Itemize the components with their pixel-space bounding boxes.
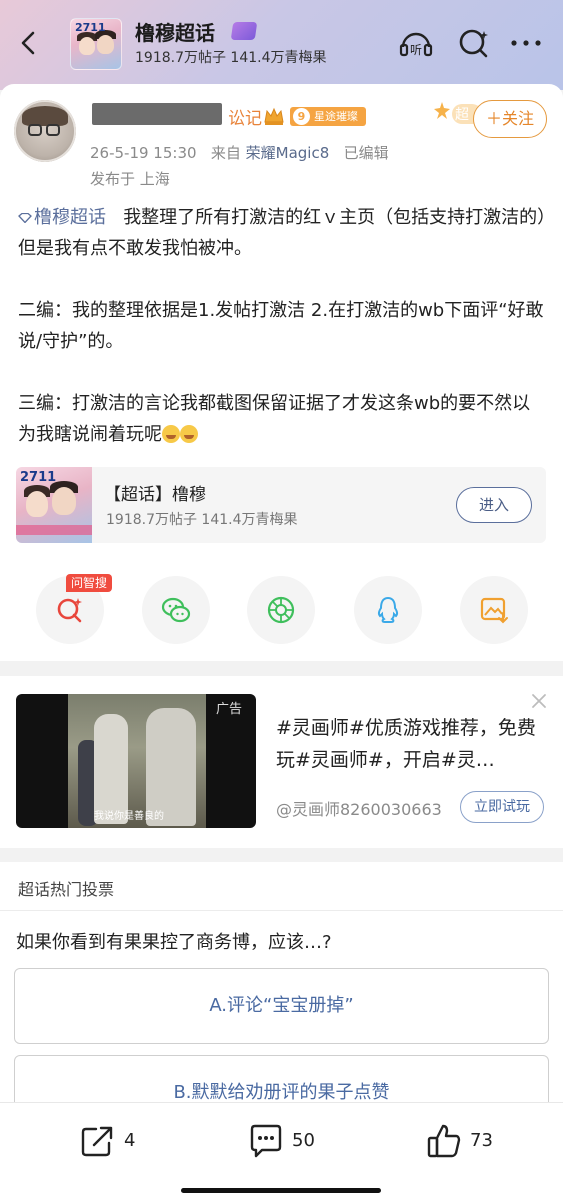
wechat-icon — [161, 597, 191, 623]
fan-level-label: 星途璀璨 — [314, 110, 358, 123]
vote-question: 如果你看到有果果控了商务博，应该…? — [16, 932, 332, 953]
edited-label[interactable]: 已编辑 — [344, 144, 389, 162]
svg-text:听: 听 — [410, 43, 422, 57]
comment-icon — [250, 1124, 282, 1158]
post-action-bar: 4 50 73 — [0, 1102, 563, 1200]
ad-video-thumbnail[interactable]: 我说你是善良的 广告 — [16, 694, 256, 828]
back-icon[interactable] — [14, 28, 44, 58]
share-qq[interactable] — [354, 576, 422, 644]
post-location: 发布于 上海 — [90, 170, 170, 188]
super-topic-link-cover: 2711 — [16, 467, 92, 543]
super-topic-badge-icon — [230, 22, 258, 40]
link-cover-number: 2711 — [20, 470, 57, 485]
like-count: 73 — [470, 1130, 493, 1151]
share-save-image[interactable] — [460, 576, 528, 644]
home-indicator[interactable] — [181, 1188, 381, 1193]
repost-button[interactable]: 4 — [80, 1123, 160, 1159]
laugh-cry-emoji-icon — [162, 425, 180, 443]
super-topic-header: 2711 橹穆超话 1918.7万帖子 141.4万青梅果 听 — [0, 0, 563, 90]
source-prefix: 来自 — [210, 144, 241, 162]
post-paragraph-2: 二编：我的整理依据是1.发帖打激洁 2.在打激洁的wb下面评“好敢说/守护”的。 — [18, 300, 544, 352]
close-icon[interactable] — [528, 690, 550, 712]
post-device[interactable]: 荣耀Magic8 — [246, 144, 330, 162]
author-name-suffix[interactable]: 讼记 — [228, 104, 262, 129]
moments-icon — [267, 596, 295, 624]
ad-card[interactable]: 我说你是善良的 广告 #灵画师#优质游戏推荐，免费玩#灵画师#，开启#灵… @灵… — [0, 676, 563, 848]
fan-level-number: 9 — [293, 108, 310, 125]
deco-label: 超 — [455, 107, 469, 123]
super-topic-cover[interactable]: 2711 — [70, 18, 122, 70]
vote-option-a[interactable]: A.评论“宝宝册掉” — [14, 968, 549, 1044]
super-topic-link-title: 【超话】橹穆 — [104, 485, 206, 505]
ask-tag: 问智搜 — [66, 574, 113, 592]
post-paragraph-3: 三编：打激洁的言论我都截图保留证据了才发这条wb的要不然以为我瞎说闹着玩呢 — [18, 393, 531, 445]
share-row: 问智搜 — [0, 574, 563, 644]
thumbs-up-icon — [427, 1124, 461, 1158]
cover-number: 2711 — [75, 21, 106, 34]
save-image-icon — [480, 597, 508, 624]
try-now-button[interactable]: 立即试玩 — [460, 791, 544, 823]
ad-text[interactable]: #灵画师#优质游戏推荐，免费玩#灵画师#，开启#灵… — [276, 712, 546, 776]
listen-icon[interactable]: 听 — [398, 25, 434, 61]
repost-count: 4 — [124, 1130, 136, 1151]
qq-icon — [377, 596, 399, 623]
comment-button[interactable]: 50 — [248, 1123, 338, 1159]
ask-search-icon — [57, 598, 82, 623]
ad-video-caption: 我说你是善良的 — [94, 811, 164, 822]
post-card: 讼记 9 星途璀璨 超 ＋关注 26-5-19 15:30 来自 荣耀Magic… — [0, 84, 563, 661]
laugh-cry-emoji-icon — [180, 425, 198, 443]
more-icon[interactable] — [508, 25, 544, 61]
author-avatar[interactable] — [14, 100, 76, 162]
divider — [0, 910, 563, 911]
comment-count: 50 — [292, 1130, 315, 1151]
search-icon[interactable] — [456, 25, 492, 61]
topic-link-label: 橹穆超话 — [34, 207, 106, 228]
ad-source[interactable]: @灵画师8260030663 — [276, 796, 442, 820]
diamond-icon — [18, 213, 32, 223]
repost-icon — [81, 1126, 113, 1157]
topic-link[interactable]: 橹穆超话 — [18, 207, 112, 228]
post-text: 橹穆超话 我整理了所有打激洁的红ｖ主页（包括支持打激洁的）但是我有点不敢发我怕被… — [18, 202, 548, 450]
super-topic-title[interactable]: 橹穆超话 — [135, 17, 215, 46]
author-name-redacted[interactable] — [92, 103, 222, 125]
share-moments[interactable] — [247, 576, 315, 644]
crown-icon — [264, 107, 284, 125]
vote-section-title: 超话热门投票 — [18, 880, 115, 899]
vote-section: 超话热门投票 如果你看到有果果控了商务博，应该…? A.评论“宝宝册掉” B.默… — [0, 862, 563, 1131]
post-meta: 26-5-19 15:30 来自 荣耀Magic8 已编辑 — [90, 142, 389, 163]
fan-level-badge[interactable]: 9 星途璀璨 — [290, 107, 366, 126]
super-topic-link-card[interactable]: 2711 【超话】橹穆 1918.7万帖子 141.4万青梅果 进入 — [16, 467, 546, 543]
share-wechat[interactable] — [142, 576, 210, 644]
like-button[interactable]: 73 — [426, 1123, 516, 1159]
post-date: 26-5-19 15:30 — [90, 144, 197, 162]
ad-label: 广告 — [216, 702, 243, 717]
enter-button[interactable]: 进入 — [456, 487, 532, 523]
super-topic-stats: 1918.7万帖子 141.4万青梅果 — [135, 50, 327, 66]
super-topic-link-stats: 1918.7万帖子 141.4万青梅果 — [106, 512, 298, 528]
follow-button[interactable]: ＋关注 — [473, 100, 547, 138]
